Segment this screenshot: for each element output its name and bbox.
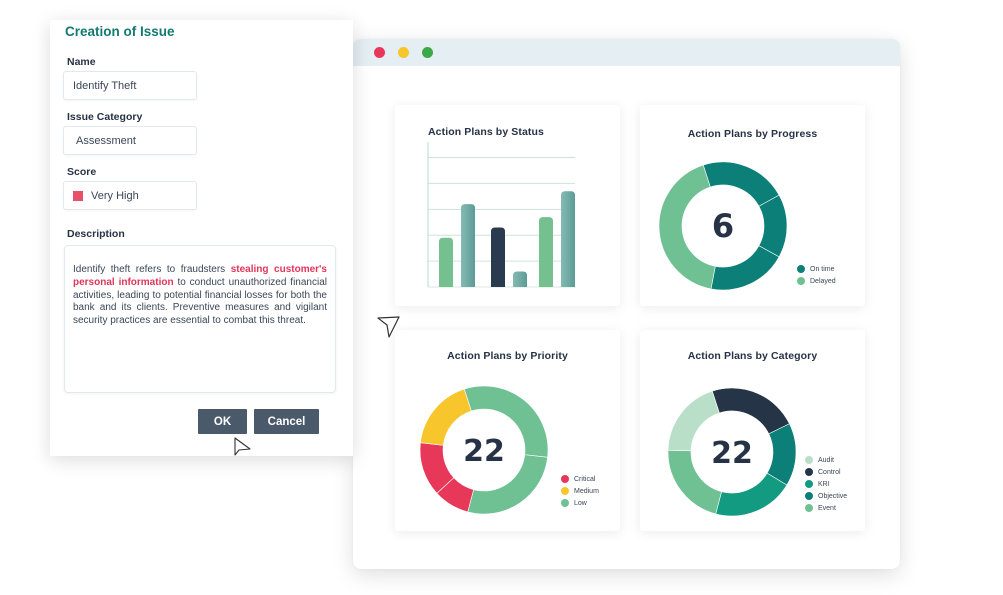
issue-category-label: Issue Category (67, 111, 143, 123)
score-field[interactable]: Very High (63, 181, 197, 210)
maximize-window-button[interactable] (422, 47, 433, 58)
legend-swatch (805, 468, 813, 476)
description-text-before: Identify theft refers to fraudsters (73, 264, 231, 275)
legend-swatch (797, 265, 805, 273)
issue-category-field[interactable]: Assessment (63, 126, 197, 155)
legend-label: Delayed (810, 277, 836, 285)
legend-label: Critical (574, 475, 596, 483)
legend-item: KRI (805, 478, 847, 490)
creation-of-issue-dialog: Creation of Issue Name Identify Theft Is… (50, 20, 353, 456)
minimize-window-button[interactable] (398, 47, 409, 58)
ok-button[interactable]: OK (198, 409, 247, 434)
legend-swatch (561, 475, 569, 483)
donut-center-value: 22 (463, 434, 505, 469)
legend-item: Medium (561, 485, 599, 497)
donut-slice-control (711, 387, 790, 435)
name-value: Identify Theft (73, 79, 137, 92)
donut-center-value: 6 (712, 207, 734, 245)
category-legend: Audit Control KRI Objective Event (805, 454, 847, 514)
mouse-cursor-icon (234, 437, 251, 456)
legend-swatch (805, 504, 813, 512)
progress-legend: On time Delayed (797, 263, 836, 287)
description-textarea[interactable]: Identify theft refers to fraudsters stea… (64, 245, 336, 393)
score-value: Very High (91, 189, 139, 202)
legend-item: Objective (805, 490, 847, 502)
legend-label: Low (574, 499, 587, 507)
close-window-button[interactable] (374, 47, 385, 58)
progress-chart-card: Action Plans by Progress 6 On time Delaye… (640, 105, 865, 306)
priority-legend: Critical Medium Low (561, 473, 599, 509)
pointer-cursor-icon (377, 316, 400, 338)
donut-slice-delayed (658, 164, 716, 290)
legend-label: On time (810, 265, 835, 273)
category-chart-card: Action Plans by Category 22 Audit Control… (640, 330, 865, 531)
donut-center-value: 22 (711, 436, 753, 471)
legend-item: Event (805, 502, 847, 514)
score-color-swatch (73, 190, 83, 201)
legend-label: Medium (574, 487, 599, 495)
cancel-button[interactable]: Cancel (254, 409, 319, 434)
legend-item: Delayed (797, 275, 836, 287)
bar (439, 237, 453, 287)
score-label: Score (67, 166, 97, 178)
legend-label: KRI (818, 480, 830, 488)
bar (513, 271, 527, 287)
description-label: Description (67, 228, 125, 240)
donut-slice-on-time (702, 161, 780, 207)
bar (561, 191, 575, 287)
name-label: Name (67, 56, 96, 68)
dialog-title: Creation of Issue (65, 24, 175, 39)
legend-label: Audit (818, 456, 834, 464)
legend-swatch (797, 277, 805, 285)
issue-category-value: Assessment (76, 134, 136, 147)
legend-item: Audit (805, 454, 847, 466)
name-field[interactable]: Identify Theft (63, 71, 197, 100)
donut-slice-kri (715, 472, 788, 517)
legend-swatch (805, 456, 813, 464)
legend-label: Control (818, 468, 841, 476)
status-chart-card: Action Plans by Status (395, 105, 620, 306)
legend-label: Objective (818, 492, 848, 500)
legend-label: Event (818, 504, 836, 512)
status-bar-chart (427, 142, 575, 288)
donut-slice-on-time (758, 194, 788, 258)
legend-swatch (561, 499, 569, 507)
legend-item: Control (805, 466, 847, 478)
legend-item: Critical (561, 473, 599, 485)
donut-slice-on-time (710, 245, 780, 291)
bar (491, 227, 505, 287)
bar (539, 217, 553, 287)
legend-item: Low (561, 497, 599, 509)
legend-swatch (561, 487, 569, 495)
dashboard-window: Action Plans by Status Action Plans by P… (353, 39, 900, 569)
legend-swatch (805, 492, 813, 500)
legend-item: On time (797, 263, 836, 275)
legend-swatch (805, 480, 813, 488)
priority-chart-card: Action Plans by Priority 22 Critical Medi… (395, 330, 620, 531)
bar (461, 204, 475, 287)
window-titlebar (353, 39, 900, 66)
